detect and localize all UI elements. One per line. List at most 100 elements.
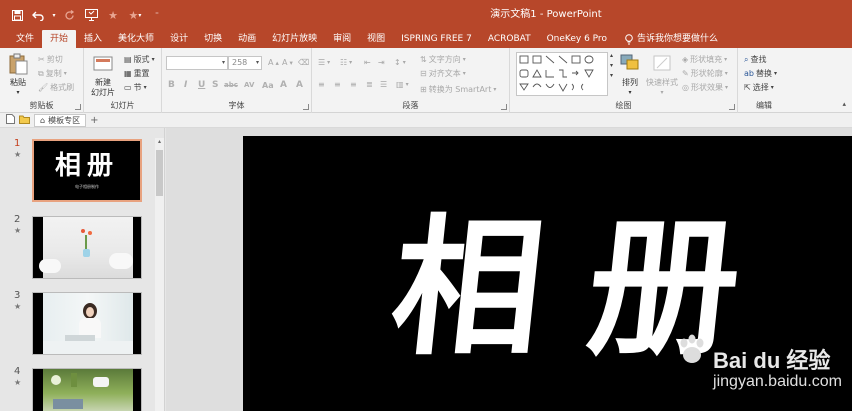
- scroll-up-icon[interactable]: ▴: [155, 138, 164, 148]
- ribbon: 粘贴 ▾ ✂ 剪切 ⧉ 复制 ▾ 🖌 格式刷 剪贴板 新建 幻灯片 ▤ 版式 ▾ ▦ 重置 ▭…: [0, 48, 852, 113]
- add-tab-icon[interactable]: +: [90, 115, 98, 126]
- highlight-color-button[interactable]: A: [280, 80, 287, 90]
- effects-icon: ◎: [682, 83, 689, 92]
- tab-view[interactable]: 视图: [359, 30, 393, 48]
- slide-thumbnail-pane: 1 ★ 相册 电子相册制作 2 ★ 3 ★ 4 ★ ▴: [0, 128, 165, 411]
- shapes-gallery[interactable]: [516, 52, 608, 96]
- tab-design[interactable]: 设计: [162, 30, 196, 48]
- paragraph-launcher[interactable]: [501, 104, 507, 110]
- shape-effects-button[interactable]: ◎ 形状效果 ▾: [682, 82, 728, 93]
- slide-thumbnail-4[interactable]: [32, 368, 142, 411]
- distributed-button[interactable]: ☰: [380, 80, 387, 89]
- template-zone-tab[interactable]: ⌂ 模板专区: [34, 113, 87, 127]
- clipboard-launcher[interactable]: [75, 104, 81, 110]
- tab-home[interactable]: 开始: [42, 30, 77, 48]
- shapes-scroll-icon[interactable]: ▴ ▾ ▾: [610, 52, 613, 80]
- tab-animations[interactable]: 动画: [230, 30, 264, 48]
- line-spacing-button[interactable]: ↕ ▾: [394, 58, 406, 67]
- numbering-button[interactable]: ☷ ▾: [340, 58, 352, 67]
- font-name-combo[interactable]: ▾: [166, 56, 228, 70]
- smartart-button[interactable]: ⊞ 转换为 SmartArt ▾: [420, 84, 496, 95]
- slide-thumbnail-1[interactable]: 相册 电子相册制作: [32, 139, 142, 202]
- format-painter-button[interactable]: 🖌 格式刷: [38, 82, 74, 93]
- change-case-button[interactable]: Aa: [262, 81, 274, 90]
- shape-outline-button[interactable]: ✎ 形状轮廓 ▾: [682, 68, 728, 79]
- thumbnail-scrollbar[interactable]: ▴: [155, 138, 164, 411]
- undo-icon[interactable]: [28, 4, 50, 26]
- align-left-button[interactable]: ≡: [318, 80, 325, 89]
- tab-review[interactable]: 审阅: [325, 30, 359, 48]
- font-size-combo[interactable]: 258 ▾: [228, 56, 262, 70]
- new-slide-icon: [93, 56, 113, 71]
- quick-styles-button[interactable]: 快速样式 ▾: [644, 52, 680, 98]
- text-direction-icon: ⇅: [420, 55, 427, 64]
- tell-me-box[interactable]: 告诉我你想要做什么: [615, 30, 718, 48]
- italic-button[interactable]: I: [184, 80, 187, 90]
- arrange-button[interactable]: 排列 ▾: [618, 52, 642, 98]
- folder-icon[interactable]: [19, 115, 30, 126]
- underline-button[interactable]: U: [198, 80, 205, 90]
- tab-acrobat[interactable]: ACROBAT: [480, 30, 539, 48]
- collapse-ribbon-icon[interactable]: ▴: [842, 100, 846, 108]
- home-icon: ⌂: [40, 115, 46, 125]
- font-color-button[interactable]: A: [296, 80, 303, 90]
- customize-icon[interactable]: ⁼: [146, 4, 168, 26]
- slide-thumbnail-2[interactable]: [32, 216, 142, 279]
- copy-button[interactable]: ⧉ 复制 ▾: [38, 68, 67, 79]
- cut-button[interactable]: ✂ 剪切: [38, 54, 63, 65]
- redo-icon[interactable]: [58, 4, 80, 26]
- grow-font-button[interactable]: A ▴: [268, 58, 279, 67]
- slide-editor: 相册 Bai du 经验 jingyan.baidu.com: [166, 128, 852, 411]
- shadow-button[interactable]: S: [212, 80, 218, 90]
- tab-transitions[interactable]: 切换: [196, 30, 230, 48]
- char-spacing-button[interactable]: AV: [244, 81, 254, 89]
- shrink-font-button[interactable]: A ▾: [282, 58, 293, 67]
- font-group-label: 字体: [228, 101, 245, 110]
- slide-title[interactable]: 相册: [384, 200, 795, 376]
- smartart-icon: ⊞: [420, 85, 427, 94]
- save-icon[interactable]: [6, 4, 28, 26]
- new-document-icon[interactable]: [6, 114, 15, 126]
- justify-button[interactable]: ≣: [366, 80, 373, 89]
- decrease-indent-button[interactable]: ⇤: [364, 58, 371, 67]
- font-launcher[interactable]: [303, 104, 309, 110]
- drawing-launcher[interactable]: [729, 104, 735, 110]
- star-icon[interactable]: ★: [102, 4, 124, 26]
- paste-dropdown-icon[interactable]: ▾: [16, 88, 19, 98]
- new-slide-button[interactable]: 新建 幻灯片: [88, 52, 118, 98]
- paste-button[interactable]: 粘贴 ▾: [6, 52, 30, 98]
- columns-button[interactable]: ▥ ▾: [396, 80, 409, 89]
- strikethrough-button[interactable]: abc: [224, 81, 238, 89]
- replace-button[interactable]: ab 替换 ▾: [744, 68, 777, 79]
- slide-canvas[interactable]: 相册 Bai du 经验 jingyan.baidu.com: [243, 136, 852, 411]
- clear-format-icon[interactable]: ⌫: [298, 58, 309, 67]
- align-text-button[interactable]: ⊟ 对齐文本 ▾: [420, 68, 466, 79]
- align-right-button[interactable]: ≡: [350, 80, 357, 89]
- bullets-button[interactable]: ☰ ▾: [318, 58, 330, 67]
- lightbulb-icon: [625, 33, 633, 44]
- chevron-down-icon: ▾: [221, 59, 225, 66]
- slide-thumbnail-3[interactable]: [32, 292, 142, 355]
- tab-ispring[interactable]: ISPRING FREE 7: [393, 30, 480, 48]
- pen-icon: ✎: [682, 69, 689, 78]
- align-center-button[interactable]: ≡: [334, 80, 341, 89]
- star-dropdown-icon[interactable]: ★ ▾: [124, 4, 146, 26]
- tab-beautify[interactable]: 美化大师: [110, 30, 162, 48]
- bold-button[interactable]: B: [168, 80, 175, 90]
- increase-indent-button[interactable]: ⇥: [378, 58, 385, 67]
- tab-file[interactable]: 文件: [8, 30, 42, 48]
- tab-slideshow[interactable]: 幻灯片放映: [264, 30, 325, 48]
- slides-group: 新建 幻灯片 ▤ 版式 ▾ ▦ 重置 ▭ 节 ▾ 幻灯片: [84, 48, 162, 113]
- layout-button[interactable]: ▤ 版式 ▾: [124, 54, 155, 65]
- tab-onekey[interactable]: OneKey 6 Pro: [539, 30, 615, 48]
- select-button[interactable]: ⇱ 选择 ▾: [744, 82, 774, 93]
- undo-dropdown-icon[interactable]: ▾: [50, 4, 58, 26]
- section-button[interactable]: ▭ 节 ▾: [124, 82, 147, 93]
- text-direction-button[interactable]: ⇅ 文字方向 ▾: [420, 54, 466, 65]
- slideshow-icon[interactable]: [80, 4, 102, 26]
- tab-insert[interactable]: 插入: [76, 30, 110, 48]
- reset-button[interactable]: ▦ 重置: [124, 68, 150, 79]
- scrollbar-thumb[interactable]: [156, 150, 163, 196]
- find-button[interactable]: ⌕ 查找: [744, 54, 766, 65]
- shape-fill-button[interactable]: ◈ 形状填充 ▾: [682, 54, 727, 65]
